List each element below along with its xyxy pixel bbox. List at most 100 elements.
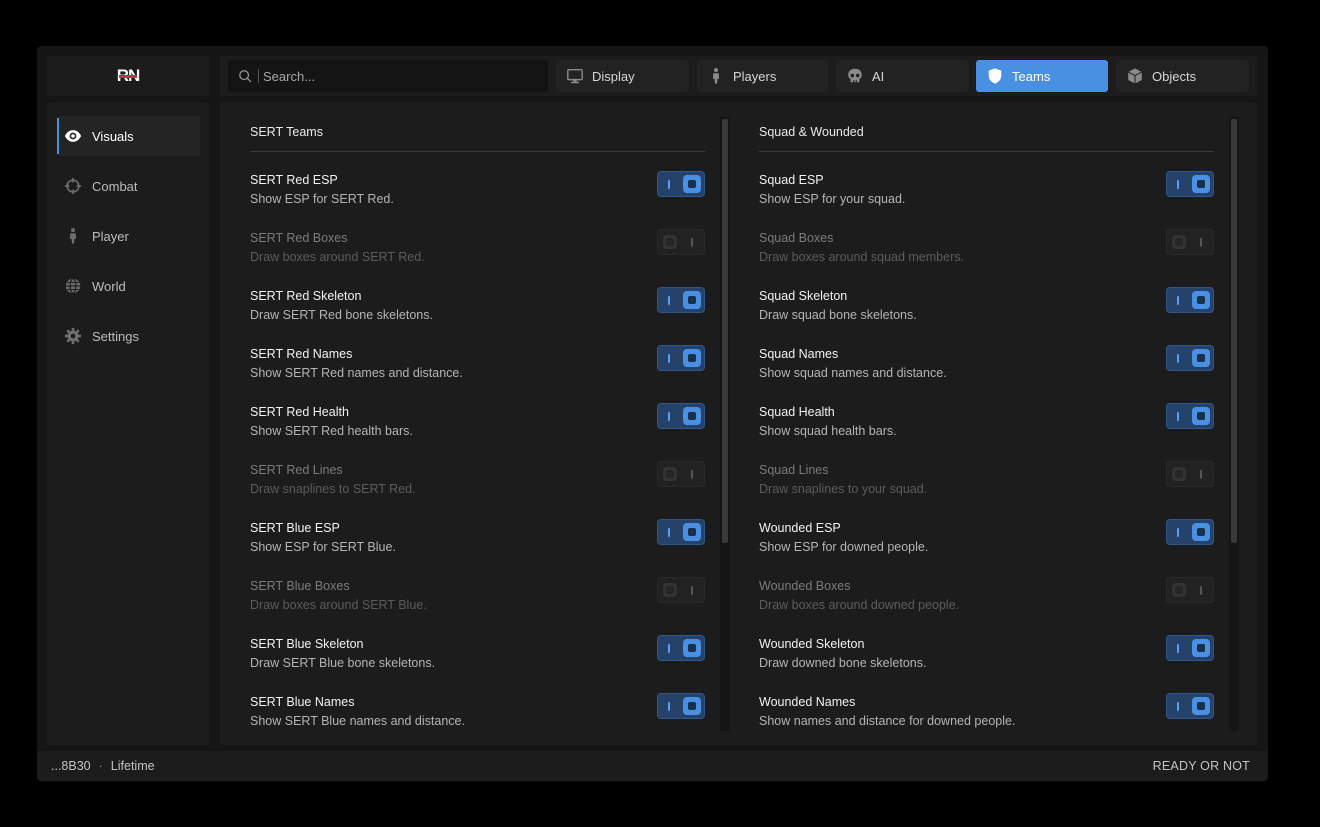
setting-description: Draw SERT Red bone skeletons.	[250, 308, 433, 322]
setting-description: Show ESP for downed people.	[759, 540, 929, 554]
license-key: ...8B30	[51, 759, 91, 773]
divider	[759, 151, 1214, 152]
setting-description: Show SERT Red health bars.	[250, 424, 413, 438]
tab-display[interactable]: Display	[556, 60, 689, 92]
setting-row: Squad Names Show squad names and distance…	[759, 345, 1214, 397]
person-icon	[712, 68, 720, 84]
sidebar: Visuals Combat Player World Settings	[47, 102, 209, 745]
search-box[interactable]	[228, 60, 548, 92]
setting-label: SERT Blue Skeleton	[250, 637, 364, 651]
tab-ai[interactable]: AI	[836, 60, 969, 92]
right-scrollbar[interactable]	[1229, 117, 1239, 731]
toggle-switch[interactable]	[657, 403, 705, 429]
toggle-switch[interactable]	[657, 693, 705, 719]
setting-row: SERT Blue ESP Show ESP for SERT Blue.	[250, 519, 705, 571]
sidebar-item-world[interactable]: World	[57, 266, 200, 306]
setting-description: Draw boxes around SERT Blue.	[250, 598, 427, 612]
setting-row: SERT Red ESP Show ESP for SERT Red.	[250, 171, 705, 223]
person-icon	[69, 228, 77, 244]
sidebar-item-visuals[interactable]: Visuals	[57, 116, 200, 156]
game-name: READY OR NOT	[1152, 759, 1250, 773]
setting-row: Squad Lines Draw snaplines to your squad.	[759, 461, 1214, 513]
sidebar-item-player[interactable]: Player	[57, 216, 200, 256]
toggle-switch[interactable]	[1166, 461, 1214, 487]
tab-teams[interactable]: Teams	[976, 60, 1108, 92]
setting-label: SERT Red Boxes	[250, 231, 348, 245]
toggle-switch[interactable]	[657, 577, 705, 603]
setting-label: Squad Lines	[759, 463, 829, 477]
setting-row: SERT Red Names Show SERT Red names and di…	[250, 345, 705, 397]
toggle-switch[interactable]	[1166, 577, 1214, 603]
main-panel: SERT Teams SERT Red ESP Show ESP for SERT…	[220, 102, 1257, 745]
logo-box: RN	[47, 56, 209, 96]
setting-row: SERT Blue Names Show SERT Blue names and …	[250, 693, 705, 745]
setting-row: Wounded Boxes Draw boxes around downed pe…	[759, 577, 1214, 629]
toggle-switch[interactable]	[1166, 229, 1214, 255]
setting-description: Show ESP for SERT Red.	[250, 192, 394, 206]
setting-description: Show squad names and distance.	[759, 366, 947, 380]
scrollbar-thumb[interactable]	[1231, 119, 1237, 543]
setting-row: SERT Red Health Show SERT Red health bars…	[250, 403, 705, 455]
app-window: RN Display Players AI Teams Objects	[37, 46, 1268, 781]
toggle-switch[interactable]	[657, 345, 705, 371]
toggle-switch[interactable]	[657, 287, 705, 313]
section-title: Squad & Wounded	[759, 125, 864, 139]
scrollbar-thumb[interactable]	[722, 119, 728, 543]
monitor-icon	[567, 68, 583, 84]
toggle-switch[interactable]	[657, 171, 705, 197]
setting-description: Draw downed bone skeletons.	[759, 656, 927, 670]
setting-description: Draw snaplines to SERT Red.	[250, 482, 416, 496]
setting-description: Draw boxes around downed people.	[759, 598, 960, 612]
setting-label: SERT Blue Boxes	[250, 579, 350, 593]
setting-row: SERT Blue Skeleton Draw SERT Blue bone sk…	[250, 635, 705, 687]
setting-label: SERT Blue Names	[250, 695, 355, 709]
toggle-switch[interactable]	[1166, 287, 1214, 313]
sidebar-item-combat[interactable]: Combat	[57, 166, 200, 206]
setting-label: SERT Blue ESP	[250, 521, 340, 535]
setting-description: Draw SERT Blue bone skeletons.	[250, 656, 436, 670]
setting-label: Wounded ESP	[759, 521, 841, 535]
app-logo: RN	[117, 66, 141, 86]
setting-description: Show SERT Blue names and distance.	[250, 714, 465, 728]
setting-label: Squad Boxes	[759, 231, 834, 245]
license-plan: Lifetime	[110, 759, 155, 773]
toggle-switch[interactable]	[1166, 345, 1214, 371]
sidebar-item-settings[interactable]: Settings	[57, 316, 200, 356]
toggle-switch[interactable]	[1166, 519, 1214, 545]
toggle-switch[interactable]	[1166, 171, 1214, 197]
globe-icon	[65, 278, 81, 294]
toggle-switch[interactable]	[1166, 403, 1214, 429]
setting-label: SERT Red Health	[250, 405, 349, 419]
eye-icon	[64, 130, 82, 142]
toggle-switch[interactable]	[657, 519, 705, 545]
shield-icon	[988, 68, 1002, 84]
toggle-switch[interactable]	[657, 461, 705, 487]
setting-row: Squad Skeleton Draw squad bone skeletons.	[759, 287, 1214, 339]
license-info: ...8B30 · Lifetime	[51, 759, 155, 773]
separator: ·	[98, 759, 103, 773]
divider	[250, 151, 705, 152]
setting-row: Squad Boxes Draw boxes around squad membe…	[759, 229, 1214, 281]
toggle-switch[interactable]	[1166, 693, 1214, 719]
setting-row: SERT Red Skeleton Draw SERT Red bone skel…	[250, 287, 705, 339]
skull-icon	[848, 68, 862, 83]
setting-description: Show ESP for SERT Blue.	[250, 540, 396, 554]
search-input[interactable]	[263, 68, 523, 84]
left-scrollbar[interactable]	[720, 117, 730, 731]
status-bar: ...8B30 · Lifetime READY OR NOT	[37, 751, 1268, 781]
setting-label: SERT Red Skeleton	[250, 289, 362, 303]
toggle-switch[interactable]	[657, 229, 705, 255]
search-icon	[239, 70, 252, 83]
tab-objects[interactable]: Objects	[1116, 60, 1249, 92]
setting-row: Wounded ESP Show ESP for downed people.	[759, 519, 1214, 571]
tab-players[interactable]: Players	[697, 60, 828, 92]
setting-description: Draw boxes around squad members.	[759, 250, 964, 264]
crosshair-icon	[64, 177, 82, 195]
cube-icon	[1127, 68, 1143, 84]
toggle-switch[interactable]	[1166, 635, 1214, 661]
setting-label: Wounded Skeleton	[759, 637, 865, 651]
setting-label: Wounded Boxes	[759, 579, 851, 593]
toggle-switch[interactable]	[657, 635, 705, 661]
setting-description: Draw snaplines to your squad.	[759, 482, 928, 496]
setting-label: SERT Red Names	[250, 347, 353, 361]
